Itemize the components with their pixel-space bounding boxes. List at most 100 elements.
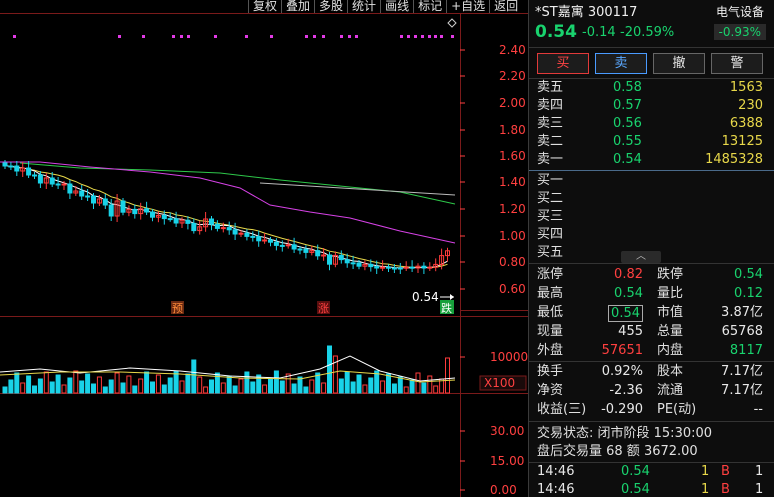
candle-body [102,198,108,206]
stat-inner-volume: 内盘 8117 [657,343,763,358]
ask-row-2[interactable]: 卖二 0.55 13125 [529,133,774,151]
candle-body [85,195,91,198]
cancel-order-button[interactable]: 撤 [653,53,705,74]
toolbar-add-watchlist[interactable]: +自选 [446,0,489,13]
candle-body [250,235,256,238]
ma5-line [5,165,448,269]
volume-bar [327,345,332,394]
toolbar-multi-stock[interactable]: 多股 [314,0,347,13]
candle-body [297,248,303,251]
toolbar-overlay[interactable]: 叠加 [281,0,314,13]
candle-body [173,218,179,224]
candle-body [14,165,20,172]
candle-body [120,200,126,213]
signal-dot [355,35,358,38]
ask-label: 卖四 [537,98,564,113]
bid-row-2[interactable]: 买二 [529,190,774,208]
indicator-axis: 30.00 15.00 0.00 [460,424,524,497]
candle-body [356,262,362,267]
kline-chart[interactable]: 2.40 2.20 2.00 1.80 1.60 1.40 1.20 1.00 0.80 0.60… [0,0,528,497]
candle-body [26,167,32,176]
price-axis-label: 1.60 [499,149,526,163]
sector-change: -0.93% [713,24,766,40]
volume-bar [120,382,126,394]
candle-body [32,174,37,177]
candle-body [67,183,73,194]
candle-body [268,239,273,243]
volume-bar [362,384,368,394]
toolbar-restore-rights[interactable]: 复权 [248,0,281,13]
chart-settings-icon[interactable] [447,18,457,28]
volume-bar [61,384,67,394]
bid-row-1[interactable]: 买一 [529,172,774,190]
toolbar-statistics[interactable]: 统计 [347,0,380,13]
bid-label: 买五 [537,245,564,260]
volume-bar [209,379,214,394]
stat-outer-volume: 外盘 57651 [537,343,643,358]
volume-bar [409,379,415,394]
ask-volume: 1563 [729,80,763,95]
price-axis-label: 0.60 [499,282,526,296]
toolbar-mark[interactable]: 标记 [413,0,446,13]
stat-market-cap: 市值 3.87亿 [657,305,763,320]
volume-bar [79,380,85,394]
signal-dot [407,35,410,38]
price-axis-label: 1.40 [499,175,526,189]
signal-dot [245,35,248,38]
signal-dot [348,35,351,38]
candle-body [403,266,409,269]
bid-row-3[interactable]: 买三 [529,208,774,226]
last-price-marker: 0.54 [412,290,439,304]
marker-die: 跌 [441,301,452,315]
stat-eps: 收益(三) -0.290 [537,402,643,417]
volume-bar [445,357,450,394]
volume-bar [67,377,73,394]
candle-body [61,183,67,186]
volume-bar [144,371,150,394]
volume-bar [321,382,327,394]
candle-body [321,254,327,257]
stat-net-assets: 净资 -2.36 [537,383,643,398]
ask-price: 0.57 [613,98,642,113]
sell-button[interactable]: 卖 [595,53,647,74]
after-hours-volume: 盘后交易量 68 额 3672.00 [537,444,698,459]
stat-high: 最高 0.54 [537,286,643,301]
candle-body [150,211,155,218]
tick-row: 14:46 0.54 1 B 1 [537,482,764,497]
price-axis-label: 0.80 [499,255,526,269]
candle-body [132,208,138,215]
sector-name[interactable]: 电气设备 [716,3,764,20]
toolbar-draw-line[interactable]: 画线 [380,0,413,13]
alert-button[interactable]: 警 [711,53,763,74]
quote-panel: *ST嘉寓 300117 电气设备 -0.93% 0.54 -0.14 -20.… [528,0,774,497]
candle-body [256,236,262,242]
buy-button[interactable]: 买 [537,53,589,74]
ask-label: 卖二 [537,134,564,149]
signal-dot [340,35,343,38]
volume-bar [126,375,132,394]
ask-label: 卖五 [537,80,564,95]
ask-row-4[interactable]: 卖四 0.57 230 [529,97,774,115]
candle-body [214,223,220,229]
candle-body [244,232,250,237]
volume-bar [8,379,14,394]
ask-price: 0.54 [613,152,642,167]
candle-body [421,265,427,269]
toolbar-back[interactable]: 返回 [489,0,522,13]
stat-volume-ratio: 量比 0.12 [657,286,763,301]
ask-volume: 1485328 [705,152,763,167]
collapse-chevron-icon[interactable]: ︿ [621,251,661,263]
volume-bar [397,376,403,394]
signal-dot [172,35,175,38]
stock-name-code: *ST嘉寓 300117 [535,5,638,20]
candle-body [427,266,433,269]
ask-row-5[interactable]: 卖五 0.58 1563 [529,79,774,97]
ask-row-1[interactable]: 卖一 0.54 1485328 [529,151,774,169]
bid-label: 买四 [537,227,564,242]
candle-body [191,222,197,232]
bid-row-4[interactable]: 买四 [529,226,774,244]
candle-body [226,227,232,231]
kline-chart-area[interactable]: 2.40 2.20 2.00 1.80 1.60 1.40 1.20 1.00 0.80 0.60… [0,0,528,497]
ask-row-3[interactable]: 卖三 0.56 6388 [529,115,774,133]
volume-bar [273,370,279,394]
